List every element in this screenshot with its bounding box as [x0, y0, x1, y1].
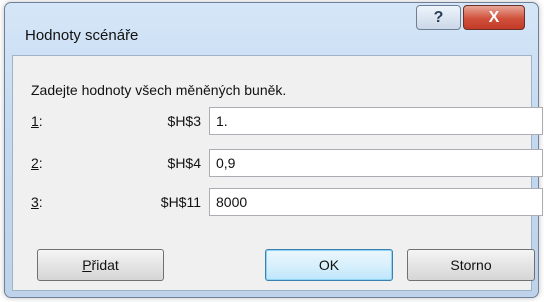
row-1-colon: :	[38, 113, 43, 129]
add-button-mnemonic: P	[82, 257, 92, 273]
row-1-label: 1:	[31, 113, 43, 129]
row-1-number: 1	[31, 113, 39, 129]
row-2-colon: :	[38, 155, 43, 171]
title-bar[interactable]: Hodnoty scénáře ? X	[5, 3, 538, 55]
row-2-label: 2:	[31, 155, 43, 171]
dialog-title: Hodnoty scénáře	[25, 27, 139, 44]
row-1-value-input[interactable]	[209, 107, 543, 135]
row-3-number: 3	[31, 194, 39, 210]
help-button[interactable]: ?	[416, 5, 461, 30]
close-button[interactable]: X	[463, 5, 525, 30]
help-icon: ?	[433, 8, 444, 26]
add-button[interactable]: Přidat	[37, 249, 164, 281]
dialog-content: Zadejte hodnoty všech měněných buněk. 1:…	[12, 55, 543, 291]
row-3-value-input[interactable]	[209, 188, 543, 216]
instruction-text: Zadejte hodnoty všech měněných buněk.	[31, 82, 287, 98]
row-3-colon: :	[38, 194, 43, 210]
row-2-address: $H$4	[167, 155, 201, 171]
add-button-label: řidat	[91, 257, 119, 273]
row-3-address: $H$11	[160, 194, 201, 210]
ok-button[interactable]: OK	[265, 249, 393, 281]
ok-button-label: OK	[318, 257, 340, 273]
row-2-value-input[interactable]	[209, 149, 543, 177]
close-icon: X	[488, 8, 500, 26]
row-1-address: $H$3	[167, 113, 201, 129]
scenario-values-dialog: Hodnoty scénáře ? X Zadejte hodnoty všec…	[4, 2, 543, 298]
row-2-number: 2	[31, 155, 39, 171]
cancel-button[interactable]: Storno	[407, 249, 535, 281]
cancel-button-label: Storno	[450, 257, 492, 273]
row-3-label: 3:	[31, 194, 43, 210]
